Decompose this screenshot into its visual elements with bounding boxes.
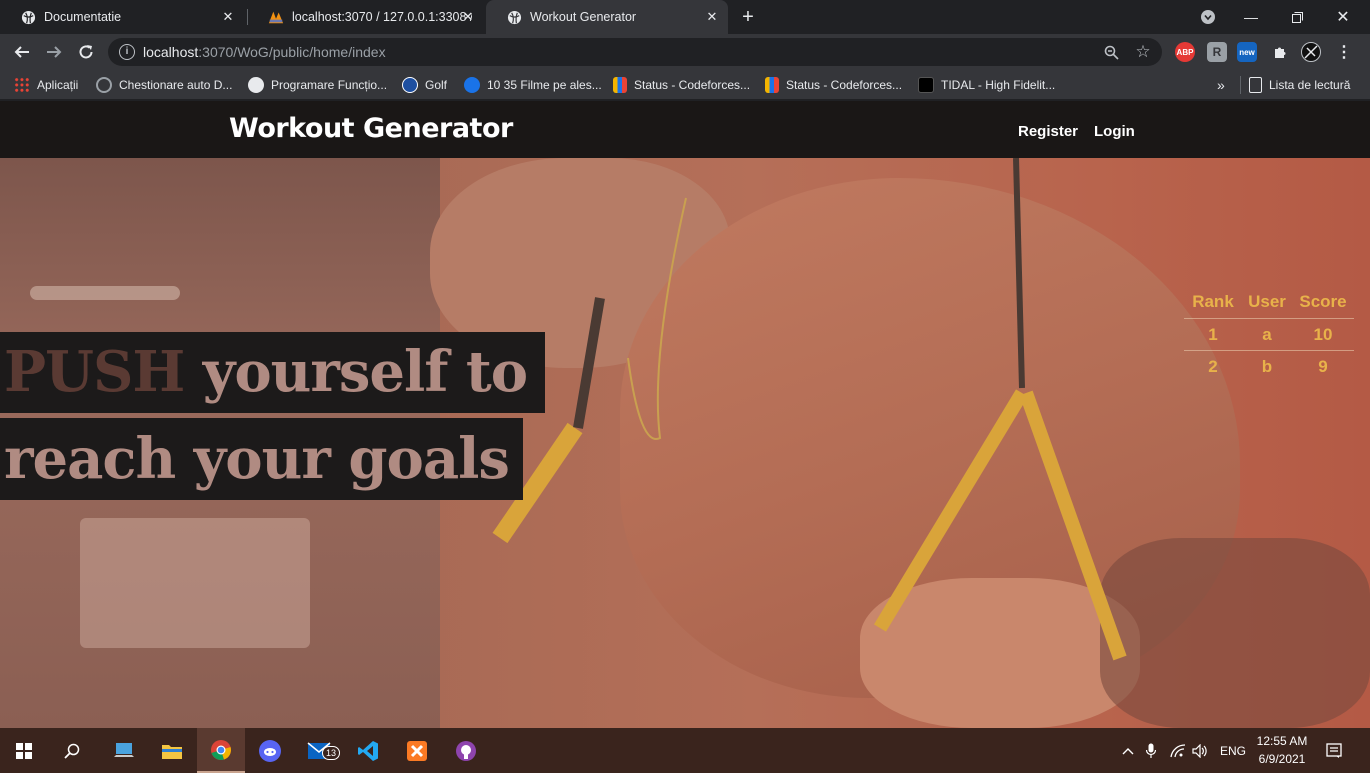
- github-desktop-icon[interactable]: [442, 728, 490, 773]
- new-tab-button[interactable]: +: [738, 7, 758, 27]
- site-brand[interactable]: Workout Generator: [229, 113, 513, 144]
- score-cell: 10: [1313, 324, 1333, 344]
- new-extension-icon[interactable]: new: [1237, 42, 1257, 62]
- reader-extension-icon[interactable]: R: [1207, 42, 1227, 62]
- close-tab-icon[interactable]: ✕: [460, 9, 476, 25]
- phpmyadmin-icon: [268, 9, 284, 25]
- reload-icon[interactable]: [74, 40, 98, 64]
- mail-icon[interactable]: 13: [295, 728, 343, 773]
- adblock-plus-icon[interactable]: ABP: [1175, 42, 1195, 62]
- globe-icon: [248, 77, 264, 93]
- codeforces-icon: [613, 77, 627, 93]
- tab-strip: Documentatie ✕ localhost:3070 / 127.0.0.…: [0, 0, 1370, 34]
- tab-workout-generator[interactable]: Workout Generator ✕: [486, 0, 728, 34]
- system-clock[interactable]: 12:55 AM 6/9/2021: [1252, 732, 1312, 768]
- search-icon[interactable]: [48, 728, 96, 773]
- globe-icon: [506, 9, 522, 25]
- screen: Documentatie ✕ localhost:3070 / 127.0.0.…: [0, 0, 1370, 773]
- chrome-icon[interactable]: [197, 728, 245, 773]
- user-cell: b: [1261, 356, 1273, 376]
- bookmark-item[interactable]: TIDAL - High Fidelit...: [918, 76, 1055, 94]
- this-pc-icon[interactable]: [100, 728, 148, 773]
- user-cell: a: [1262, 324, 1272, 344]
- reading-list-button[interactable]: Lista de lectură: [1240, 76, 1350, 94]
- bookmark-item[interactable]: Programare Funcțio...: [248, 76, 387, 94]
- bookmark-item[interactable]: Aplicații: [14, 76, 78, 94]
- microphone-icon[interactable]: [1146, 728, 1156, 773]
- input-language[interactable]: ENG: [1220, 728, 1246, 773]
- mail-badge: 13: [322, 746, 341, 760]
- close-tab-icon[interactable]: ✕: [704, 9, 720, 25]
- zoom-icon[interactable]: [1102, 43, 1120, 61]
- site-navbar: Workout Generator Register Login: [0, 101, 1370, 158]
- minimize-button[interactable]: —: [1228, 0, 1274, 34]
- show-hidden-icons-chevron-icon[interactable]: [1122, 728, 1134, 773]
- globe-icon: [20, 9, 36, 25]
- restore-button[interactable]: [1274, 0, 1320, 34]
- volume-icon[interactable]: [1192, 728, 1208, 773]
- tidal-icon: [918, 77, 934, 93]
- hero-background-image: PUSH yourself to reach your goals Rank U…: [0, 158, 1370, 728]
- bookmark-item[interactable]: Status - Codeforces...: [613, 76, 750, 94]
- bookmark-star-icon[interactable]: ☆: [1134, 42, 1152, 61]
- table-row: 1 a 10: [1184, 318, 1354, 350]
- vscode-icon[interactable]: [344, 728, 392, 773]
- discord-icon[interactable]: [246, 728, 294, 773]
- taskbar: 13 ENG 12:55 AM 6/9/2021: [0, 728, 1370, 773]
- headline-line-1: PUSH yourself to: [0, 332, 545, 413]
- bookmarks-overflow-button[interactable]: »: [1217, 76, 1225, 94]
- steering-wheel-icon: [96, 77, 112, 93]
- register-link[interactable]: Register: [1018, 123, 1078, 140]
- tab-documentatie[interactable]: Documentatie ✕: [0, 0, 244, 34]
- clock-date: 6/9/2021: [1258, 752, 1306, 766]
- forward-arrow-icon[interactable]: [42, 40, 66, 64]
- address-bar[interactable]: i localhost:3070/WoG/public/home/index ☆: [108, 38, 1162, 66]
- apps-grid-icon: [14, 77, 30, 93]
- play-icon: [464, 77, 480, 93]
- close-tab-icon[interactable]: ✕: [220, 9, 236, 25]
- browser-toolbar: i localhost:3070/WoG/public/home/index ☆…: [0, 34, 1370, 70]
- back-arrow-icon[interactable]: [10, 40, 34, 64]
- wifi-icon[interactable]: [1170, 728, 1186, 773]
- site-info-icon[interactable]: i: [119, 44, 135, 60]
- tab-title: Workout Generator: [530, 10, 637, 24]
- address-url: localhost:3070/WoG/public/home/index: [143, 44, 386, 60]
- bookmark-item[interactable]: 10 35 Filme pe ales...: [464, 76, 602, 94]
- rank-cell: 2: [1208, 356, 1218, 376]
- extensions-puzzle-icon[interactable]: [1270, 42, 1290, 62]
- leaderboard-table: Rank User Score 1 a 10 2 b 9: [1184, 286, 1354, 382]
- file-explorer-icon[interactable]: [148, 728, 196, 773]
- rank-cell: 1: [1208, 324, 1218, 344]
- table-row: 2 b 9: [1184, 350, 1354, 382]
- windows-start-icon[interactable]: [0, 728, 48, 773]
- login-link[interactable]: Login: [1094, 123, 1135, 140]
- vw-logo-icon: [402, 77, 418, 93]
- notifications-icon[interactable]: [1326, 728, 1342, 773]
- browser-menu-icon[interactable]: ⋮: [1334, 42, 1354, 62]
- tab-title: Documentatie: [44, 10, 122, 24]
- reading-list-icon: [1249, 77, 1262, 93]
- bookmark-item[interactable]: Status - Codeforces...: [765, 76, 902, 94]
- headline-line-2: reach your goals: [0, 418, 523, 500]
- tab-phpmyadmin[interactable]: localhost:3070 / 127.0.0.1:3308 / ✕: [248, 0, 484, 34]
- score-cell: 9: [1318, 356, 1328, 376]
- bookmark-item[interactable]: Chestionare auto D...: [96, 76, 232, 94]
- xampp-icon[interactable]: [393, 728, 441, 773]
- close-window-button[interactable]: ✕: [1320, 0, 1366, 34]
- bookmarks-bar: Aplicații Chestionare auto D... Programa…: [0, 70, 1370, 100]
- rank-header: Rank: [1192, 292, 1234, 311]
- leaderboard-header: Rank User Score: [1184, 286, 1354, 318]
- web-page: Workout Generator Register Login PUSH yo…: [0, 101, 1370, 728]
- user-header: User: [1248, 292, 1286, 311]
- clock-time: 12:55 AM: [1256, 734, 1308, 748]
- tab-title: localhost:3070 / 127.0.0.1:3308 /: [292, 10, 472, 24]
- profile-avatar[interactable]: [1301, 42, 1321, 62]
- score-header: Score: [1299, 292, 1347, 311]
- bookmark-item[interactable]: Golf: [402, 76, 447, 94]
- codeforces-icon: [765, 77, 779, 93]
- tab-search-icon[interactable]: [1185, 0, 1231, 34]
